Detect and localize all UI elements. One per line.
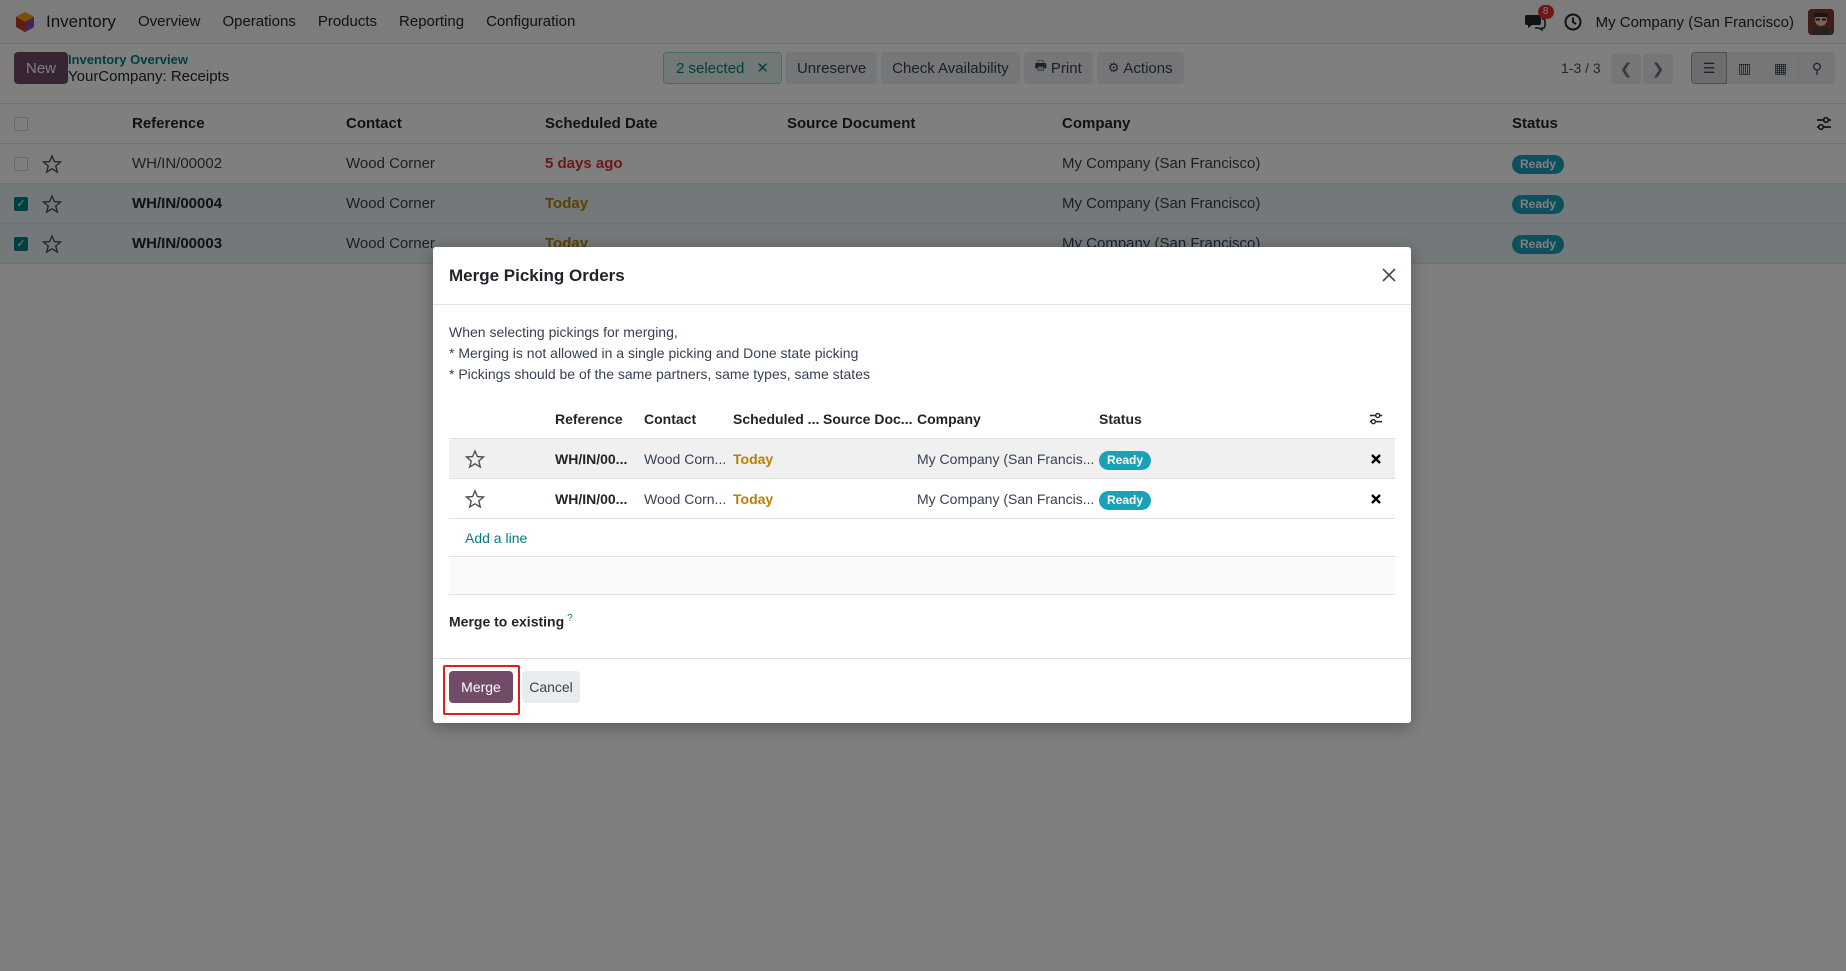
merge-to-existing-field[interactable]: Merge to existing? bbox=[449, 613, 573, 630]
star-icon[interactable] bbox=[465, 449, 485, 469]
instruction-line: * Pickings should be of the same partner… bbox=[449, 366, 870, 382]
row-scheduled: Today bbox=[733, 491, 774, 507]
row-contact: Wood Corn... bbox=[644, 451, 727, 467]
status-badge: Ready bbox=[1099, 450, 1152, 470]
row-status: Ready bbox=[1099, 439, 1152, 479]
column-source-doc[interactable]: Source Doc... bbox=[823, 399, 912, 439]
column-scheduled[interactable]: Scheduled ... bbox=[733, 399, 819, 439]
column-contact[interactable]: Contact bbox=[644, 399, 696, 439]
row-reference: WH/IN/00... bbox=[555, 451, 628, 467]
dialog-footer: Merge Cancel bbox=[433, 658, 1411, 723]
merge-button[interactable]: Merge bbox=[449, 671, 513, 703]
remove-row-icon[interactable] bbox=[1369, 452, 1383, 466]
column-reference[interactable]: Reference bbox=[555, 399, 623, 439]
row-scheduled: Today bbox=[733, 451, 774, 467]
table-row[interactable]: WH/IN/00... Wood Corn... Today My Compan… bbox=[449, 479, 1395, 519]
pickings-table: Reference Contact Scheduled ... Source D… bbox=[449, 399, 1395, 595]
add-line-link[interactable]: Add a line bbox=[465, 519, 527, 557]
cancel-button[interactable]: Cancel bbox=[522, 671, 580, 703]
instruction-line: * Merging is not allowed in a single pic… bbox=[449, 345, 859, 361]
remove-row-icon[interactable] bbox=[1369, 492, 1383, 506]
row-contact: Wood Corn... bbox=[644, 491, 727, 507]
add-line-row: Add a line bbox=[449, 519, 1395, 557]
optional-columns-icon[interactable] bbox=[1369, 412, 1383, 426]
row-status: Ready bbox=[1099, 479, 1152, 519]
instruction-line: When selecting pickings for merging, bbox=[449, 324, 678, 340]
table-row[interactable]: WH/IN/00... Wood Corn... Today My Compan… bbox=[449, 439, 1395, 479]
star-icon[interactable] bbox=[465, 489, 485, 509]
close-icon[interactable] bbox=[1379, 265, 1399, 285]
dialog-title: Merge Picking Orders bbox=[449, 266, 625, 285]
help-tooltip-icon[interactable]: ? bbox=[567, 613, 573, 624]
dialog-header: Merge Picking Orders bbox=[433, 247, 1411, 305]
column-status[interactable]: Status bbox=[1099, 399, 1142, 439]
merge-to-existing-label: Merge to existing bbox=[449, 613, 565, 630]
merge-picking-dialog: Merge Picking Orders When selecting pick… bbox=[433, 247, 1411, 723]
row-company: My Company (San Francis... bbox=[917, 451, 1095, 467]
empty-row bbox=[449, 557, 1395, 595]
row-company: My Company (San Francis... bbox=[917, 491, 1095, 507]
row-reference: WH/IN/00... bbox=[555, 491, 628, 507]
column-company[interactable]: Company bbox=[917, 399, 981, 439]
pickings-table-header: Reference Contact Scheduled ... Source D… bbox=[449, 399, 1395, 439]
status-badge: Ready bbox=[1099, 490, 1152, 510]
